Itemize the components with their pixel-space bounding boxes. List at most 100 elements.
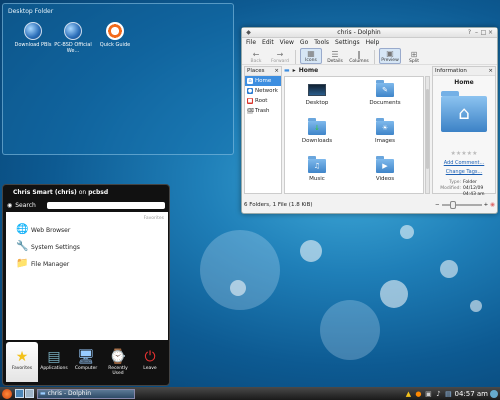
tab-favorites[interactable]: ★ Favorites	[6, 342, 38, 382]
close-button[interactable]: ×	[487, 29, 494, 36]
search-label: Search	[15, 201, 36, 209]
maximize-button[interactable]: □	[480, 29, 487, 36]
zoom-out-icon[interactable]: −	[435, 202, 440, 208]
file-item-downloads[interactable]: ↓ Downloads	[297, 118, 337, 144]
desktop-1-button[interactable]	[15, 389, 24, 398]
panel-toolbox-icon[interactable]	[490, 389, 498, 398]
applications-icon: ▤	[47, 349, 61, 365]
toolbar-separator	[295, 50, 296, 64]
desktop-icon-label: Quick Guide	[99, 42, 131, 48]
details-view-button[interactable]: ☰ Details	[324, 50, 346, 64]
menu-view[interactable]: View	[280, 39, 294, 46]
file-item-videos[interactable]: ▶ Videos	[365, 156, 405, 182]
desktop-icon-label: PC-BSD Official We...	[54, 42, 92, 54]
tab-leave[interactable]: ⏻ Leave	[134, 342, 166, 382]
zoom-slider[interactable]	[441, 201, 482, 209]
status-menu-icon[interactable]: ◉	[490, 202, 495, 208]
file-view-scrollbar[interactable]	[425, 76, 430, 194]
menu-settings[interactable]: Settings	[335, 39, 360, 46]
volume-icon[interactable]: ♪	[434, 390, 442, 398]
place-label: Root	[255, 98, 268, 104]
favorite-file-manager[interactable]: 📁 File Manager	[16, 258, 69, 270]
file-view: Desktop ✎ Documents ↓ Downloads ☀ Images…	[284, 76, 424, 194]
split-button[interactable]: ⊞ Split	[403, 50, 425, 64]
info-metadata: Type: Folder Modified: 04/12/09 04:43 am	[433, 180, 495, 198]
desktop-icon-quick-guide[interactable]: Quick Guide	[95, 22, 135, 48]
file-item-documents[interactable]: ✎ Documents	[365, 80, 405, 106]
search-icon: ◉	[7, 201, 13, 209]
menu-tools[interactable]: Tools	[314, 39, 329, 46]
desktop-folder-widget: Desktop Folder Download PBIs PC-BSD Offi…	[2, 3, 234, 155]
lifebuoy-icon	[106, 22, 124, 40]
system-settings-icon: 🔧	[16, 241, 29, 252]
rating-stars[interactable]: ★★★★★	[433, 150, 495, 157]
task-dolphin[interactable]: ▬ chris - Dolphin	[37, 388, 135, 399]
preview-button[interactable]: ▣ Preview	[379, 48, 401, 64]
notifier-icon[interactable]: ▲	[404, 390, 412, 398]
desktop-2-button[interactable]	[25, 389, 34, 398]
place-trash[interactable]: ⌫ Trash	[245, 106, 281, 116]
change-tags-link[interactable]: Change Tags...	[433, 169, 495, 175]
modified-value: 04/12/09 04:43 am	[463, 186, 485, 197]
location-folder-icon[interactable]: ▬	[284, 67, 290, 74]
place-root[interactable]: ■ Root	[245, 96, 281, 106]
favorite-web-browser[interactable]: 🌐 Web Browser	[16, 224, 70, 236]
clipboard-icon[interactable]: ▤	[444, 390, 452, 398]
background-bokeh	[200, 230, 280, 310]
file-item-images[interactable]: ☀ Images	[365, 118, 405, 144]
menu-file[interactable]: File	[246, 39, 256, 46]
favorite-system-settings[interactable]: 🔧 System Settings	[16, 241, 80, 253]
menu-go[interactable]: Go	[300, 39, 308, 46]
split-label: Split	[409, 59, 419, 64]
update-icon[interactable]: ●	[414, 390, 422, 398]
add-comment-link[interactable]: Add Comment...	[433, 160, 495, 166]
taskbar-panel: ▬ chris - Dolphin ▲ ● ▣ ♪ ▤ 04:57 am	[0, 387, 500, 400]
tab-recently-used[interactable]: ⌚ Recently Used	[102, 342, 134, 382]
web-browser-icon: 🌐	[16, 224, 29, 235]
menu-edit[interactable]: Edit	[262, 39, 274, 46]
columns-view-icon: ‖	[357, 50, 361, 59]
desktop-icon-download-pbis[interactable]: Download PBIs	[13, 22, 53, 48]
computer-icon: 🖥	[77, 349, 95, 365]
clock[interactable]: 04:57 am	[454, 390, 488, 398]
place-network[interactable]: ● Network	[245, 86, 281, 96]
desktop-icon-pcbsd-website[interactable]: PC-BSD Official We...	[53, 22, 93, 54]
window-titlebar[interactable]: ◆ chris - Dolphin ? – □ ×	[242, 28, 497, 38]
breadcrumb-home[interactable]: Home	[299, 67, 318, 74]
close-panel-icon[interactable]: ×	[274, 68, 279, 74]
file-manager-icon: 📁	[16, 258, 29, 269]
dolphin-window: ◆ chris - Dolphin ? – □ × File Edit View…	[241, 27, 498, 214]
place-home[interactable]: ⌂ Home	[245, 76, 281, 86]
back-button[interactable]: ← Back	[245, 50, 267, 64]
icons-view-button[interactable]: ▦ Icons	[300, 48, 322, 64]
tab-computer[interactable]: 🖥 Computer	[70, 342, 102, 382]
details-view-icon: ☰	[331, 50, 339, 59]
network-tray-icon[interactable]: ▣	[424, 390, 432, 398]
file-item-music[interactable]: ♫ Music	[297, 156, 337, 182]
task-label: chris - Dolphin	[47, 390, 92, 397]
help-icon[interactable]: ?	[466, 29, 473, 36]
close-panel-icon[interactable]: ×	[488, 68, 493, 74]
tab-label: Applications	[40, 366, 68, 371]
favorite-label: Web Browser	[31, 226, 71, 234]
window-menu-icon[interactable]: ◆	[245, 29, 252, 36]
zoom-in-icon[interactable]: +	[484, 202, 489, 208]
tab-applications[interactable]: ▤ Applications	[38, 342, 70, 382]
place-label: Trash	[255, 108, 270, 114]
background-bokeh	[300, 240, 322, 262]
search-input[interactable]	[46, 201, 165, 209]
zoom-slider-handle[interactable]	[449, 201, 456, 209]
tab-label: Leave	[143, 366, 157, 371]
menu-bar: File Edit View Go Tools Settings Help	[242, 38, 497, 47]
places-panel: Places × ⌂ Home ● Network ■ Root ⌫ Trash	[244, 66, 282, 194]
minimize-button[interactable]: –	[473, 29, 480, 36]
kickoff-launcher-button[interactable]	[2, 388, 12, 399]
forward-button[interactable]: → Forward	[269, 50, 291, 64]
place-label: Network	[255, 88, 278, 94]
breadcrumb-arrow-icon[interactable]: ▸	[293, 67, 296, 74]
columns-view-button[interactable]: ‖ Columns	[348, 50, 370, 64]
menu-help[interactable]: Help	[366, 39, 380, 46]
file-item-desktop[interactable]: Desktop	[297, 83, 337, 106]
home-icon: ⌂	[247, 78, 253, 84]
scrollbar-thumb[interactable]	[426, 89, 429, 169]
